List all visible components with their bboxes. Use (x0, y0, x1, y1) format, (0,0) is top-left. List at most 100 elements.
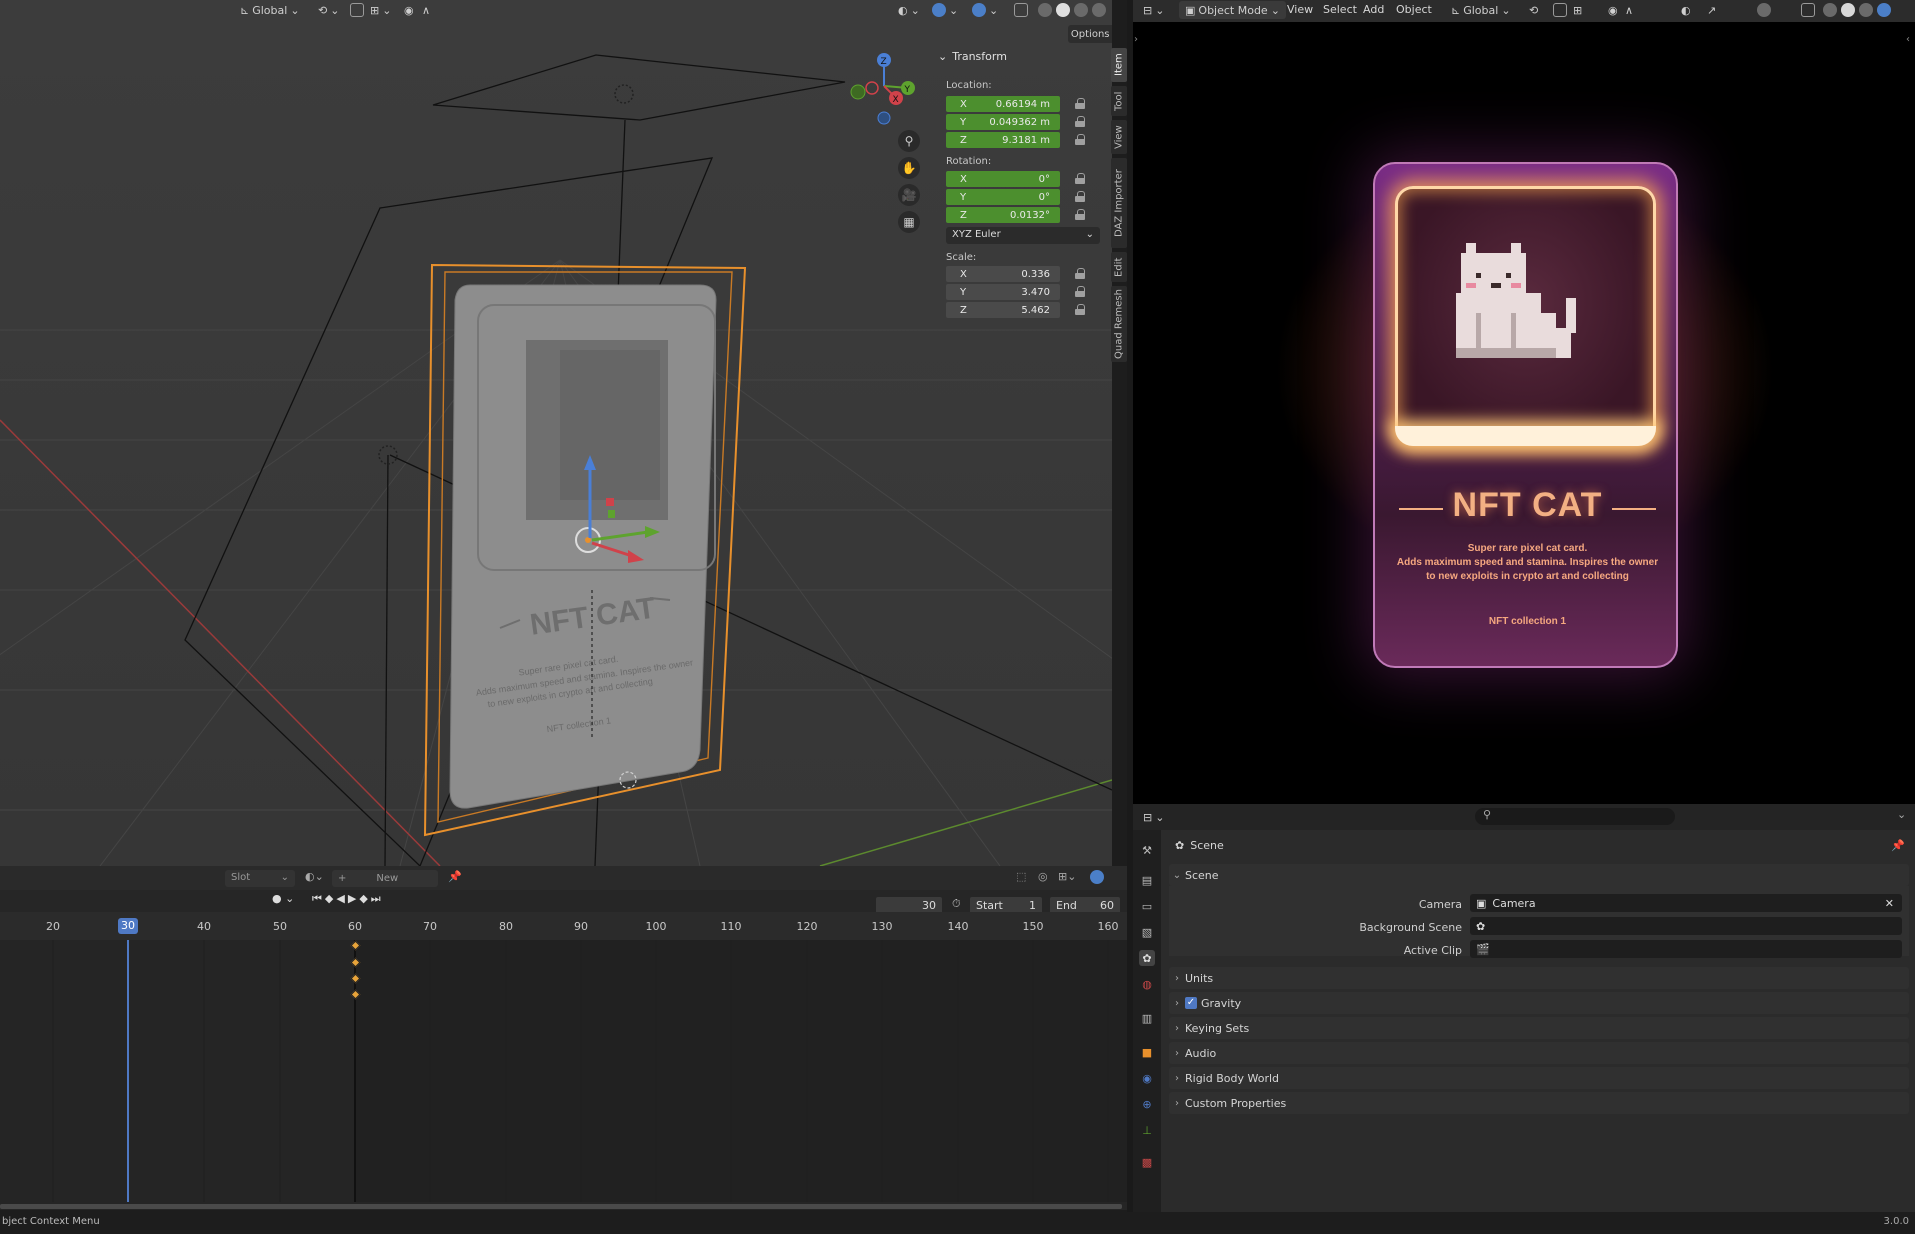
tool-tab-icon[interactable]: ⚒ (1139, 842, 1155, 858)
wireframe-shading-button[interactable] (1823, 1, 1837, 19)
keying-set-icon[interactable]: ⊞⌄ (1058, 870, 1076, 883)
perspective-grid-icon[interactable]: ▦ (898, 211, 920, 233)
tab-tool[interactable]: Tool (1111, 86, 1127, 116)
overlays-toggle[interactable]: ⌄ (972, 1, 998, 19)
rotation-z-field[interactable]: Z 0.0132° (946, 207, 1060, 223)
audio-panel-header[interactable]: › Audio (1169, 1042, 1909, 1064)
menu-select[interactable]: Select (1323, 3, 1357, 16)
lock-icon[interactable] (1075, 116, 1086, 127)
play-reverse-icon[interactable]: ◀ (336, 892, 347, 905)
rotation-x-field[interactable]: X 0° (946, 171, 1060, 187)
action-browse-icon[interactable]: ◐⌄ (305, 870, 325, 887)
lock-icon[interactable] (1075, 173, 1086, 184)
snap-target-dropdown[interactable]: ⊞ (1573, 1, 1582, 19)
lock-icon[interactable] (1075, 191, 1086, 202)
snap-icon[interactable]: ◎ (1038, 870, 1048, 883)
gizmo-toggle[interactable]: ↗ (1707, 1, 1716, 19)
location-z-field[interactable]: Z 9.3181 m (946, 132, 1060, 148)
active-clip-field[interactable]: 🎬 (1470, 940, 1902, 958)
collection-tab-icon[interactable]: ▥ (1139, 1010, 1155, 1026)
gravity-panel-header[interactable]: › ✓ Gravity (1169, 992, 1909, 1014)
proportional-edit-toggle[interactable]: ◉ (1608, 1, 1618, 19)
physics-tab-icon[interactable]: ◉ (1139, 1070, 1155, 1086)
mode-dropdown[interactable]: ▣ Object Mode ⌄ (1179, 1, 1286, 19)
menu-object[interactable]: Object (1396, 3, 1432, 16)
lock-icon[interactable] (1075, 134, 1086, 145)
output-tab-icon[interactable]: ▭ (1139, 898, 1155, 914)
view-layer-tab-icon[interactable]: ▧ (1139, 924, 1155, 940)
snap-toggle[interactable] (350, 1, 364, 19)
lock-icon[interactable] (1075, 98, 1086, 109)
menu-add[interactable]: Add (1363, 3, 1384, 16)
scene-tab-icon[interactable]: ✿ (1139, 950, 1155, 966)
sidebar-expand-icon[interactable]: ‹ (1906, 34, 1910, 45)
wireframe-shading-button[interactable] (1038, 1, 1052, 19)
clock-icon[interactable]: ⏱ (952, 897, 961, 911)
location-y-field[interactable]: Y 0.049362 m (946, 114, 1060, 130)
xray-toggle[interactable] (1014, 1, 1028, 19)
material-shading-button[interactable] (1859, 1, 1873, 19)
keying-sets-panel-header[interactable]: › Keying Sets (1169, 1017, 1909, 1039)
zoom-icon[interactable]: ⚲ (898, 130, 920, 152)
orientation-dropdown[interactable]: ⊾ Global ⌄ (240, 1, 300, 19)
object-tab-icon[interactable]: ■ (1139, 1044, 1155, 1060)
pivot-point-button[interactable]: ⟲ ⌄ (318, 1, 339, 19)
gravity-checkbox[interactable]: ✓ (1185, 997, 1197, 1009)
solid-shading-button[interactable] (1841, 1, 1855, 19)
scale-x-field[interactable]: X 0.336 (946, 266, 1060, 282)
tab-view[interactable]: View (1111, 120, 1127, 154)
rigid-body-world-panel-header[interactable]: › Rigid Body World (1169, 1067, 1909, 1089)
render-tab-icon[interactable]: ▤ (1139, 872, 1155, 888)
options-button[interactable]: Options ⌄ (1068, 25, 1112, 43)
navigation-gizmo[interactable]: Z Y X (840, 46, 920, 126)
units-panel-header[interactable]: › Units (1169, 967, 1909, 989)
next-key-icon[interactable]: ◆ (359, 892, 370, 905)
area-separator[interactable] (1127, 0, 1133, 1212)
rendered-shading-button[interactable] (1877, 1, 1891, 19)
scale-z-field[interactable]: Z 5.462 (946, 302, 1060, 318)
material-shading-button[interactable] (1074, 1, 1088, 19)
tab-item[interactable]: Item (1111, 48, 1127, 82)
tab-quad-remesh[interactable]: Quad Remesh (1111, 286, 1127, 362)
scale-y-field[interactable]: Y 3.470 (946, 284, 1060, 300)
data-tab-icon[interactable]: ⊥ (1139, 1122, 1155, 1138)
tab-daz-importer[interactable]: DAZ Importer (1111, 158, 1127, 248)
visibility-dropdown[interactable]: ◐ (1681, 1, 1691, 19)
snap-toggle[interactable] (1553, 1, 1567, 19)
constraints-tab-icon[interactable]: ⊕ (1139, 1096, 1155, 1112)
clear-icon[interactable]: ✕ (1885, 897, 1894, 910)
proportional-edit-toggle[interactable]: ◉ (404, 1, 414, 19)
new-action-button[interactable]: + New (332, 870, 438, 887)
jump-start-icon[interactable]: ⏮ (312, 892, 325, 905)
lock-icon[interactable] (1075, 286, 1086, 297)
pan-hand-icon[interactable]: ✋ (898, 157, 920, 179)
texture-tab-icon[interactable]: ▩ (1139, 1154, 1155, 1170)
rendered-shading-button[interactable] (1092, 1, 1106, 19)
prev-key-icon[interactable]: ◆ (325, 892, 336, 905)
3d-viewport[interactable]: NFT CAT Super rare pixel cat card. Adds … (0, 0, 1112, 866)
toolbar-expand-icon[interactable]: › (1134, 34, 1138, 45)
slot-dropdown[interactable]: Slot ⌄ (225, 870, 295, 887)
orientation-dropdown[interactable]: ⊾ Global ⌄ (1451, 1, 1511, 19)
auto-keying-icon[interactable]: ⬚ (1016, 870, 1026, 883)
timeline-ruler[interactable]: 20 30 40 50 60 70 80 90 100 110 120 130 … (0, 912, 1127, 940)
lock-icon[interactable] (1075, 209, 1086, 220)
custom-properties-panel-header[interactable]: › Custom Properties (1169, 1092, 1909, 1114)
current-frame-badge[interactable]: 30 (118, 918, 138, 934)
falloff-dropdown[interactable]: ∧ (1625, 1, 1633, 19)
world-tab-icon[interactable]: ◍ (1139, 976, 1155, 992)
properties-search-input[interactable]: ⚲ (1475, 808, 1675, 825)
xray-toggle[interactable] (1801, 1, 1815, 19)
overlay-toggle[interactable] (1090, 870, 1104, 887)
lock-icon[interactable] (1075, 304, 1086, 315)
rendered-viewport[interactable]: NFT CAT Super rare pixel cat card. Adds … (1133, 22, 1915, 804)
chevron-down-icon[interactable]: ⌄ (1897, 808, 1906, 821)
snap-target-dropdown[interactable]: ⊞ ⌄ (370, 1, 391, 19)
tab-edit[interactable]: Edit (1111, 252, 1127, 282)
record-button[interactable]: ● ⌄ (272, 892, 294, 905)
timeline-body[interactable] (0, 940, 1127, 1210)
visibility-dropdown[interactable]: ◐ ⌄ (898, 1, 920, 19)
overlays-toggle[interactable] (1757, 1, 1771, 19)
falloff-dropdown[interactable]: ∧ (422, 1, 430, 19)
pin-icon[interactable]: 📌 (1891, 839, 1905, 852)
